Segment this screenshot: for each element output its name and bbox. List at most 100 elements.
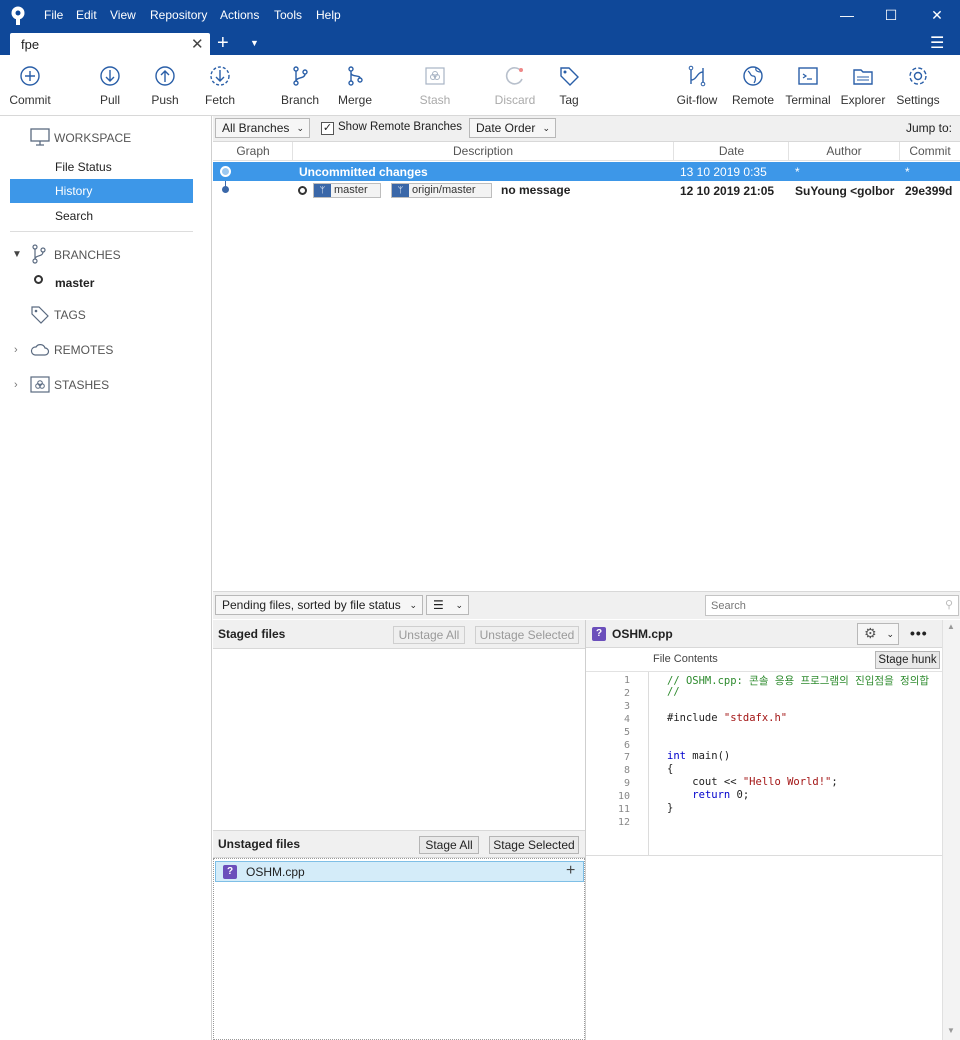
unstaged-files-title: Unstaged files [218,837,301,851]
menu-view[interactable]: View [110,8,136,22]
gitflow-button[interactable]: Git-flow [667,65,727,107]
column-description[interactable]: Description [293,144,673,158]
tab-dropdown-icon[interactable]: ▼ [250,38,259,48]
menu-help[interactable]: Help [316,8,341,22]
show-remote-checkbox[interactable]: ✓ [321,122,334,135]
merge-button[interactable]: Merge [325,65,385,107]
history-row-commit[interactable]: ᛘ master ᛘ origin/master no message 12 10 … [213,181,960,200]
more-options-icon[interactable]: ••• [910,625,928,641]
branch-badge-master[interactable]: ᛘ master [313,183,381,198]
history-row-uncommitted[interactable]: Uncommitted changes 13 10 2019 0:35 * * [213,162,960,181]
settings-button[interactable]: Settings [888,65,948,107]
column-graph[interactable]: Graph [213,144,293,158]
chevron-down-icon: ⌄ [455,600,463,610]
remote-button[interactable]: Remote [723,65,783,107]
unstaged-file-name: OSHM.cpp [246,865,305,879]
toolbar: Commit Pull Push Fetch Branch Merge Stas… [0,55,960,116]
menu-file[interactable]: File [44,8,63,22]
search-icon: ⚲ [944,599,953,611]
pane-splitter[interactable] [585,620,586,1040]
close-tab-icon[interactable]: ✕ [191,35,204,53]
search-input[interactable]: Search ⚲ [705,595,959,616]
close-window-button[interactable]: ✕ [922,4,952,26]
diff-subheader: File Contents Stage hunk [586,648,942,672]
row-description: Uncommitted changes [299,165,428,179]
merge-label: Merge [337,93,372,107]
uncommitted-node-icon [220,166,231,177]
chevron-right-icon[interactable]: › [14,344,18,356]
sourcetree-logo-icon [10,6,26,26]
stage-hunk-button[interactable]: Stage hunk [875,651,940,669]
unstaged-file-row[interactable]: ? OSHM.cpp + [215,861,584,882]
line-number: 4 [623,713,630,725]
stash-button[interactable]: Stash [405,65,465,107]
diff-header: ? OSHM.cpp ⚙ ⌄ ••• [586,620,942,648]
discard-button[interactable]: Discard [485,65,545,107]
sidebar-item-search[interactable]: Search [55,209,93,223]
file-sort-value: Pending files, sorted by file status [222,598,401,612]
line-number: 6 [623,739,630,751]
commit-button[interactable]: Commit [0,65,60,107]
stage-file-plus-icon[interactable]: + [566,862,575,880]
line-number: 10 [617,791,630,803]
maximize-button[interactable]: ☐ [876,4,906,26]
branch-label: Branch [280,93,320,107]
branches-heading[interactable]: BRANCHES [54,248,121,262]
pull-button[interactable]: Pull [80,65,140,107]
view-mode-dropdown[interactable]: ☰ ⌄ [426,595,469,615]
column-date[interactable]: Date [674,144,789,158]
stage-all-button[interactable]: Stage All [419,836,479,854]
menu-edit[interactable]: Edit [76,8,97,22]
diff-options-dropdown[interactable]: ⚙ ⌄ [857,623,899,645]
gitflow-label: Git-flow [676,93,718,107]
history-filter-bar: All Branches ⌄ ✓ Show Remote Branches Da… [213,116,960,142]
commit-node-icon [222,186,229,193]
branch-filter-value: All Branches [222,121,290,135]
menu-actions[interactable]: Actions [220,8,259,22]
tags-heading[interactable]: TAGS [54,308,86,322]
chevron-down-icon[interactable]: ▼ [12,249,22,260]
unstage-selected-button[interactable]: Unstage Selected [475,626,579,644]
sidebar-item-history[interactable]: History [10,179,193,203]
chevron-down-icon: ⌄ [886,629,894,639]
tab-label: fpe [21,37,40,52]
sidebar-item-file-status[interactable]: File Status [55,160,112,174]
tag-button[interactable]: Tag [539,65,599,107]
folder-icon [853,69,873,85]
order-dropdown[interactable]: Date Order ⌄ [469,118,556,138]
push-button[interactable]: Push [135,65,195,107]
branch-badge-origin-master[interactable]: ᛘ origin/master [391,183,492,198]
branch-filter-dropdown[interactable]: All Branches ⌄ [215,118,310,138]
fetch-button[interactable]: Fetch [190,65,250,107]
column-commit[interactable]: Commit [900,144,960,158]
hamburger-menu-icon[interactable]: ☰ [930,33,944,53]
minimize-button[interactable]: — [832,4,862,26]
sidebar-item-master[interactable]: master [55,276,94,290]
new-tab-button[interactable]: + [217,31,229,55]
file-sort-dropdown[interactable]: Pending files, sorted by file status ⌄ [215,595,423,615]
chevron-right-icon[interactable]: › [14,379,18,391]
branch-button[interactable]: Branch [270,65,330,107]
branch-icon [293,66,308,86]
scroll-down-icon[interactable]: ▼ [947,1026,955,1035]
chevron-down-icon: ⌄ [542,123,550,133]
scroll-up-icon[interactable]: ▲ [947,622,955,631]
tab-fpe[interactable]: fpe ✕ [10,33,210,57]
column-author[interactable]: Author [789,144,899,158]
explorer-button[interactable]: Explorer [833,65,893,107]
remotes-heading[interactable]: REMOTES [54,343,113,357]
file-contents-label: File Contents [653,653,718,665]
code-line: return 0; [692,789,750,802]
gear-icon: ⚙ [864,625,877,641]
row-commit: * [905,165,910,179]
menu-repository[interactable]: Repository [150,8,207,22]
menu-tools[interactable]: Tools [274,8,302,22]
untracked-file-icon: ? [592,627,606,641]
line-number: 9 [623,778,630,790]
stage-selected-button[interactable]: Stage Selected [489,836,579,854]
terminal-label: Terminal [785,93,831,107]
terminal-button[interactable]: Terminal [778,65,838,107]
stashes-heading[interactable]: STASHES [54,378,109,392]
unstage-all-button[interactable]: Unstage All [393,626,465,644]
diff-scrollbar[interactable]: ▲ ▼ [942,620,960,1040]
